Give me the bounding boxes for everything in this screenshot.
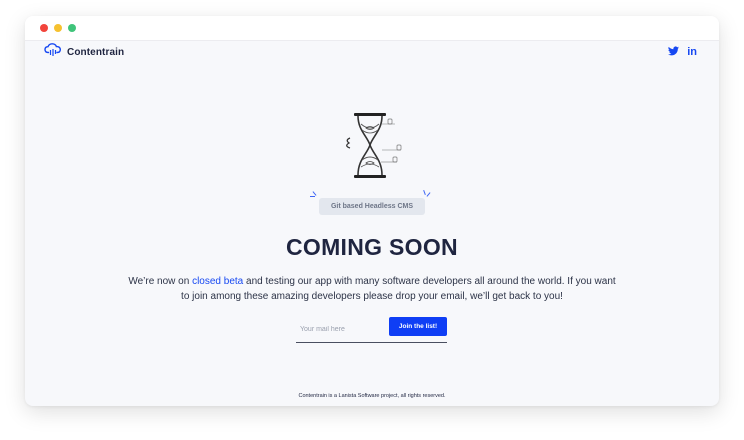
description: We’re now on closed beta and testing our… <box>125 274 619 304</box>
hourglass-icon <box>346 113 402 178</box>
sparkle-icon <box>310 196 315 197</box>
social-links: in <box>668 43 697 61</box>
twitter-icon[interactable] <box>668 43 680 61</box>
minimize-window-button[interactable] <box>54 24 62 32</box>
footer-text: Contentrain is a Lanista Software projec… <box>298 393 446 399</box>
email-input[interactable] <box>296 320 390 339</box>
signup-form: Join the list! <box>296 316 447 343</box>
sparkle-icon <box>426 192 431 197</box>
closed-beta-link[interactable]: closed beta <box>192 276 243 287</box>
join-list-button[interactable]: Join the list! <box>389 317 447 336</box>
sparkle-icon <box>423 189 426 196</box>
hourglass-illustration <box>341 112 411 187</box>
close-window-button[interactable] <box>40 24 48 32</box>
brand-logo[interactable]: Contentrain <box>44 43 124 62</box>
logo-text: Contentrain <box>67 47 125 58</box>
cloud-rain-icon <box>44 43 64 62</box>
description-text-start: We’re now on <box>128 276 193 287</box>
window-titlebar <box>25 16 719 41</box>
tagline-badge: Git based Headless CMS <box>319 198 425 215</box>
maximize-window-button[interactable] <box>68 24 76 32</box>
browser-window: Contentrain in Git based Headless CMS CO… <box>25 16 719 406</box>
linkedin-icon[interactable]: in <box>687 46 697 58</box>
page-title: COMING SOON <box>286 234 458 260</box>
description-text-end: and testing our app with many software d… <box>181 276 616 302</box>
tagline-badge-wrapper: Git based Headless CMS <box>306 189 436 220</box>
